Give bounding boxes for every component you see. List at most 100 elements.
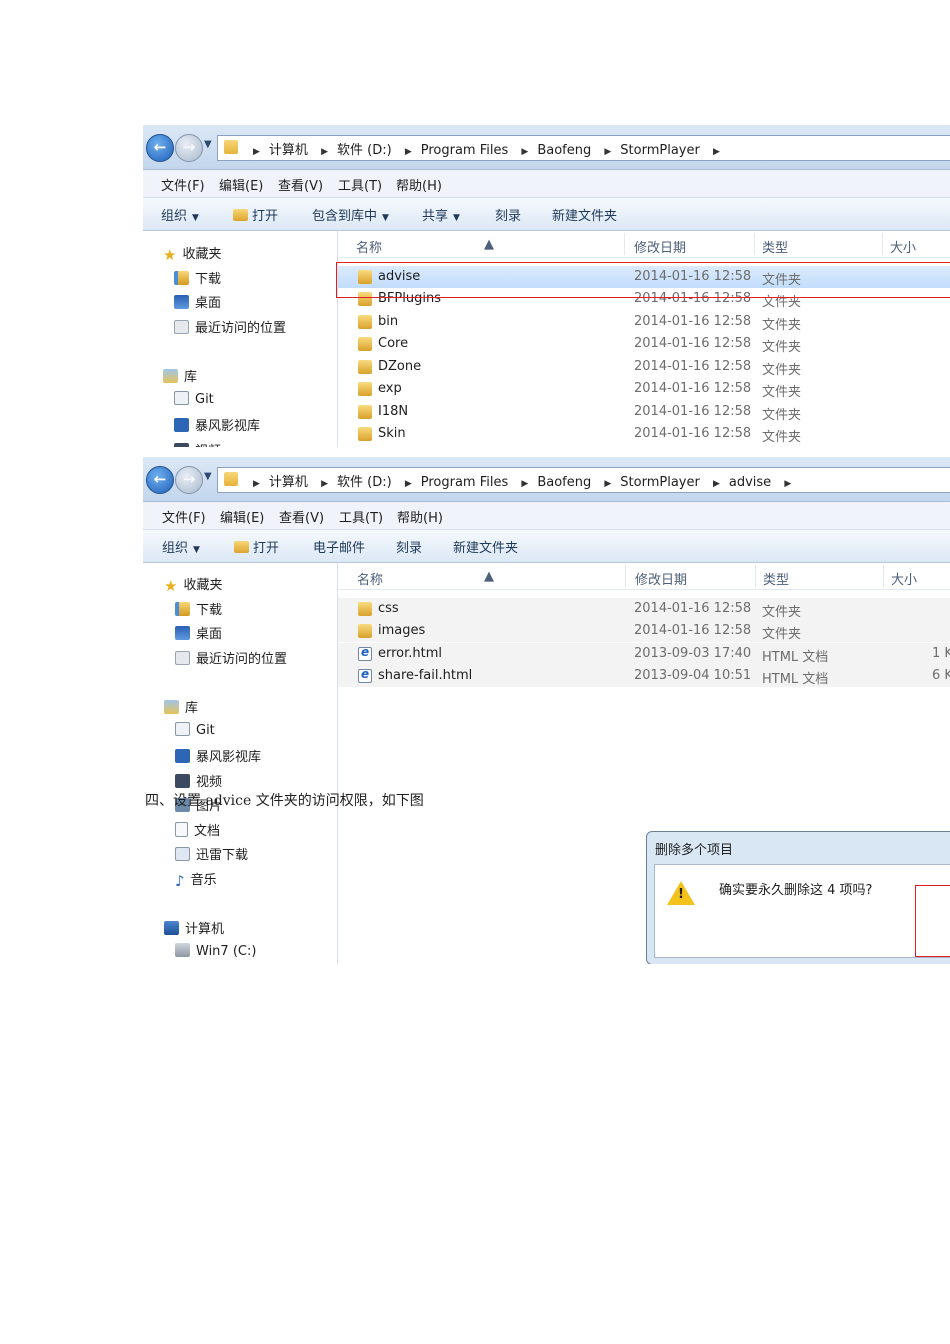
recent-pages-dropdown-icon[interactable]: ▼ — [204, 471, 212, 482]
column-divider[interactable] — [625, 565, 626, 587]
col-date[interactable]: 修改日期 — [635, 569, 687, 588]
chevron-right-icon[interactable]: ▶ — [604, 479, 611, 489]
chevron-right-icon[interactable]: ▶ — [784, 479, 791, 489]
nav-drive-c[interactable]: Win7 (C:) — [175, 943, 256, 959]
column-divider[interactable] — [754, 233, 755, 255]
organize-button[interactable]: 组织 ▼ — [162, 537, 200, 556]
chevron-right-icon[interactable]: ▶ — [405, 147, 412, 157]
col-name[interactable]: 名称 — [356, 237, 382, 256]
table-row[interactable]: DZone 2014-01-16 12:58 文件夹 — [338, 356, 950, 378]
breadcrumb-program-files[interactable]: Program Files — [421, 475, 509, 490]
breadcrumb-computer[interactable]: 计算机 — [269, 475, 308, 490]
forward-button[interactable]: → — [175, 134, 203, 162]
menu-help[interactable]: 帮助(H) — [397, 507, 443, 526]
share-button[interactable]: 共享 ▼ — [422, 205, 460, 224]
table-row[interactable]: exp 2014-01-16 12:58 文件夹 — [338, 378, 950, 400]
back-button[interactable]: ← — [146, 134, 174, 162]
table-row[interactable]: Core 2014-01-16 12:58 文件夹 — [338, 333, 950, 355]
chevron-right-icon[interactable]: ▶ — [521, 147, 528, 157]
breadcrumb-program-files[interactable]: Program Files — [421, 143, 509, 158]
back-button[interactable]: ← — [146, 466, 174, 494]
column-divider[interactable] — [883, 565, 884, 587]
new-folder-button[interactable]: 新建文件夹 — [453, 537, 518, 556]
nav-videos[interactable]: 视频 — [174, 440, 221, 447]
column-divider[interactable] — [755, 565, 756, 587]
nav-desktop[interactable]: 桌面 — [174, 292, 221, 311]
col-size[interactable]: 大小 — [890, 237, 916, 256]
menu-file[interactable]: 文件(F) — [162, 507, 206, 526]
menu-tools[interactable]: 工具(T) — [339, 507, 383, 526]
nav-thunder-downloads[interactable]: 迅雷下载 — [175, 844, 248, 863]
breadcrumb-drive-d[interactable]: 软件 (D:) — [337, 143, 392, 158]
breadcrumb-stormplayer[interactable]: StormPlayer — [620, 475, 700, 490]
address-box[interactable]: ▶ 计算机 ▶ 软件 (D:) ▶ Program Files ▶ Baofeng ▶ S… — [217, 135, 950, 161]
recent-pages-dropdown-icon[interactable]: ▼ — [204, 139, 212, 150]
table-row[interactable]: share-fail.html 2013-09-04 10:51 HTML 文档 6 … — [338, 665, 950, 687]
col-type[interactable]: 类型 — [762, 237, 788, 256]
breadcrumb-drive-d[interactable]: 软件 (D:) — [337, 475, 392, 490]
open-button[interactable]: 打开 — [233, 205, 278, 224]
nav-music[interactable]: ♪ 音乐 — [175, 869, 217, 890]
nav-documents[interactable]: 文档 — [175, 820, 220, 839]
address-box[interactable]: ▶ 计算机 ▶ 软件 (D:) ▶ Program Files ▶ Baofeng ▶ S… — [217, 467, 950, 493]
nav-recent-places[interactable]: 最近访问的位置 — [174, 317, 286, 336]
chevron-right-icon[interactable]: ▶ — [321, 147, 328, 157]
open-button[interactable]: 打开 — [234, 537, 279, 556]
nav-computer[interactable]: 计算机 — [164, 918, 224, 937]
table-row[interactable]: Skin 2014-01-16 12:58 文件夹 — [338, 423, 950, 445]
breadcrumb-computer[interactable]: 计算机 — [269, 143, 308, 158]
breadcrumb-baofeng[interactable]: Baofeng — [537, 143, 591, 158]
chevron-right-icon[interactable]: ▶ — [321, 479, 328, 489]
nav-videos[interactable]: 视频 — [175, 771, 222, 790]
breadcrumb-baofeng[interactable]: Baofeng — [537, 475, 591, 490]
menu-file[interactable]: 文件(F) — [161, 175, 205, 194]
table-row[interactable]: bin 2014-01-16 12:58 文件夹 — [338, 311, 950, 333]
chevron-right-icon[interactable]: ▶ — [713, 147, 720, 157]
col-date[interactable]: 修改日期 — [634, 237, 686, 256]
menu-edit[interactable]: 编辑(E) — [220, 507, 264, 526]
new-folder-button[interactable]: 新建文件夹 — [552, 205, 617, 224]
table-row[interactable]: css 2014-01-16 12:58 文件夹 — [338, 598, 950, 620]
nav-downloads[interactable]: 下载 — [175, 599, 222, 618]
burn-button[interactable]: 刻录 — [495, 205, 521, 224]
column-divider[interactable] — [882, 233, 883, 255]
forward-button[interactable]: → — [175, 466, 203, 494]
col-size[interactable]: 大小 — [891, 569, 917, 588]
nav-recent-places[interactable]: 最近访问的位置 — [175, 648, 287, 667]
nav-libraries[interactable]: 库 — [163, 366, 197, 385]
col-type[interactable]: 类型 — [763, 569, 789, 588]
email-button[interactable]: 电子邮件 — [313, 537, 365, 556]
table-row[interactable]: error.html 2013-09-03 17:40 HTML 文档 1 K — [338, 643, 950, 665]
nav-favorites[interactable]: ★ 收藏夹 — [163, 243, 221, 264]
breadcrumb-advise[interactable]: advise — [729, 475, 771, 490]
nav-storm-library[interactable]: 暴风影视库 — [174, 415, 260, 434]
breadcrumb-stormplayer[interactable]: StormPlayer — [620, 143, 700, 158]
menu-view[interactable]: 查看(V) — [278, 175, 323, 194]
nav-desktop[interactable]: 桌面 — [175, 623, 222, 642]
chevron-down-icon: ▼ — [453, 213, 460, 223]
menu-view[interactable]: 查看(V) — [279, 507, 324, 526]
nav-storm-library[interactable]: 暴风影视库 — [175, 746, 261, 765]
chevron-right-icon[interactable]: ▶ — [521, 479, 528, 489]
organize-button[interactable]: 组织 ▼ — [161, 205, 199, 224]
col-name[interactable]: 名称 — [357, 569, 383, 588]
chevron-right-icon[interactable]: ▶ — [253, 147, 260, 157]
table-row[interactable]: I18N 2014-01-16 12:58 文件夹 — [338, 401, 950, 423]
nav-git[interactable]: Git — [174, 391, 214, 407]
nav-git[interactable]: Git — [175, 722, 215, 738]
column-divider[interactable] — [624, 233, 625, 255]
nav-favorites[interactable]: ★ 收藏夹 — [164, 574, 222, 595]
chevron-right-icon[interactable]: ▶ — [405, 479, 412, 489]
chevron-right-icon[interactable]: ▶ — [604, 147, 611, 157]
row-date: 2014-01-16 12:58 — [634, 601, 752, 616]
menu-help[interactable]: 帮助(H) — [396, 175, 442, 194]
table-row[interactable]: images 2014-01-16 12:58 文件夹 — [338, 620, 950, 642]
menu-edit[interactable]: 编辑(E) — [219, 175, 263, 194]
nav-libraries[interactable]: 库 — [164, 697, 198, 716]
menu-tools[interactable]: 工具(T) — [338, 175, 382, 194]
chevron-right-icon[interactable]: ▶ — [253, 479, 260, 489]
chevron-right-icon[interactable]: ▶ — [713, 479, 720, 489]
burn-button[interactable]: 刻录 — [396, 537, 422, 556]
nav-downloads[interactable]: 下载 — [174, 268, 221, 287]
include-in-library-button[interactable]: 包含到库中 ▼ — [312, 205, 389, 224]
